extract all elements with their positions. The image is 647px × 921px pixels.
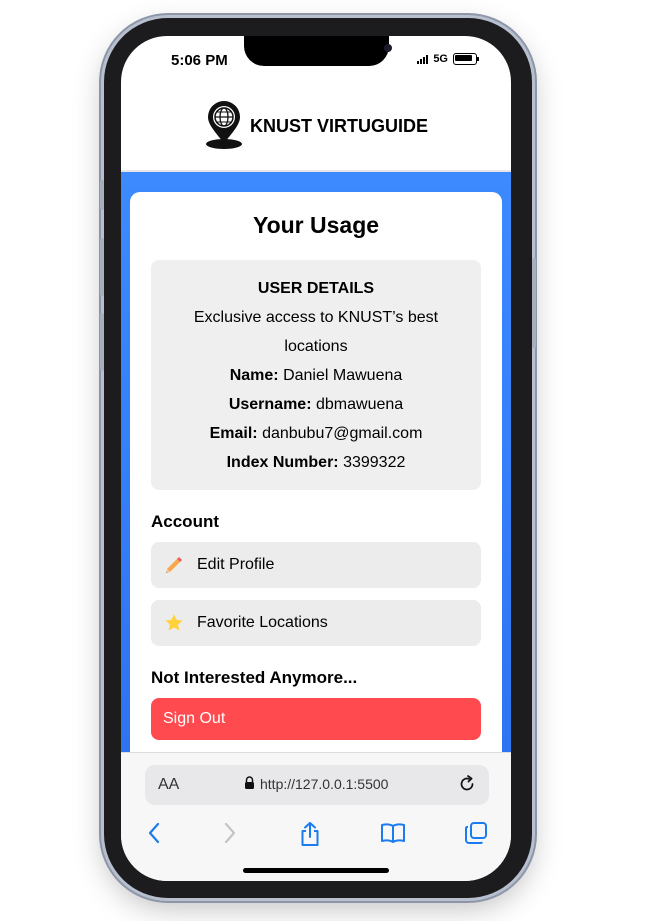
name-value: Daniel Mawuena [283, 367, 403, 384]
signal-icon [417, 54, 429, 64]
address-bar[interactable]: AA http://127.0.0.1:5500 [145, 765, 489, 805]
share-icon[interactable] [299, 821, 321, 852]
username-value: dbmawuena [315, 396, 404, 413]
edit-profile-label: Edit Profile [197, 556, 275, 573]
app-header: KNUST VIRTUGUIDE [121, 86, 511, 166]
name-row: Name: Daniel Mawuena [151, 361, 481, 390]
account-section-title: Account [151, 512, 219, 531]
bookmarks-icon[interactable] [380, 821, 406, 850]
home-indicator [243, 868, 389, 873]
back-icon[interactable] [147, 821, 161, 850]
url-text: http://127.0.0.1:5500 [260, 776, 389, 792]
favorite-locations-label: Favorite Locations [197, 614, 328, 631]
email-row: Email: danbubu7@gmail.com [151, 419, 481, 448]
front-camera [384, 44, 392, 52]
username-label: Username: [228, 396, 312, 413]
name-label: Name: [229, 367, 279, 384]
mute-switch [100, 180, 104, 210]
usage-card: Your Usage USER DETAILS Exclusive access… [130, 192, 502, 762]
globe-location-pin-icon [204, 99, 244, 154]
lock-icon [244, 776, 255, 792]
user-details-tagline: Exclusive access to KNUST’s best locatio… [193, 309, 439, 355]
url-display: http://127.0.0.1:5500 [244, 776, 388, 792]
status-time: 5:06 PM [171, 52, 228, 69]
sign-out-button[interactable]: Sign Out [151, 698, 481, 740]
notch [244, 36, 392, 66]
email-label: Email: [209, 425, 258, 442]
email-value: danbubu7@gmail.com [262, 425, 423, 442]
battery-icon [453, 53, 479, 65]
username-row: Username: dbmawuena [151, 390, 481, 419]
not-interested-title: Not Interested Anymore... [151, 668, 358, 687]
page-title: Your Usage [252, 212, 380, 238]
tabs-icon[interactable] [464, 821, 488, 850]
index-number-value: 3399322 [343, 454, 406, 471]
user-details-panel: USER DETAILS Exclusive access to KNUST’s… [151, 260, 481, 490]
reload-icon[interactable] [457, 774, 477, 797]
forward-icon[interactable] [223, 821, 237, 850]
index-number-row: Index Number: 3399322 [151, 448, 481, 477]
user-details-title: USER DETAILS [257, 280, 375, 297]
index-number-label: Index Number: [226, 454, 339, 471]
browser-toolbar: AA http://127.0.0.1:5500 [121, 752, 511, 881]
content-background: Your Usage USER DETAILS Exclusive access… [121, 172, 511, 762]
app-title: KNUST VIRTUGUIDE [249, 115, 428, 136]
volume-up-button [100, 238, 104, 296]
network-type: 5G [433, 53, 448, 65]
phone-screen: 5:06 PM 5G KNUST VIRTUGUIDE Your Usage U… [121, 36, 511, 881]
status-indicators: 5G [417, 53, 479, 65]
pencil-icon [151, 554, 197, 576]
edit-profile-button[interactable]: Edit Profile [151, 542, 481, 588]
power-button [532, 258, 536, 348]
browser-nav [121, 815, 511, 855]
text-size-button[interactable]: AA [158, 776, 179, 794]
volume-down-button [100, 313, 104, 371]
star-icon [151, 612, 197, 634]
favorite-locations-button[interactable]: Favorite Locations [151, 600, 481, 646]
